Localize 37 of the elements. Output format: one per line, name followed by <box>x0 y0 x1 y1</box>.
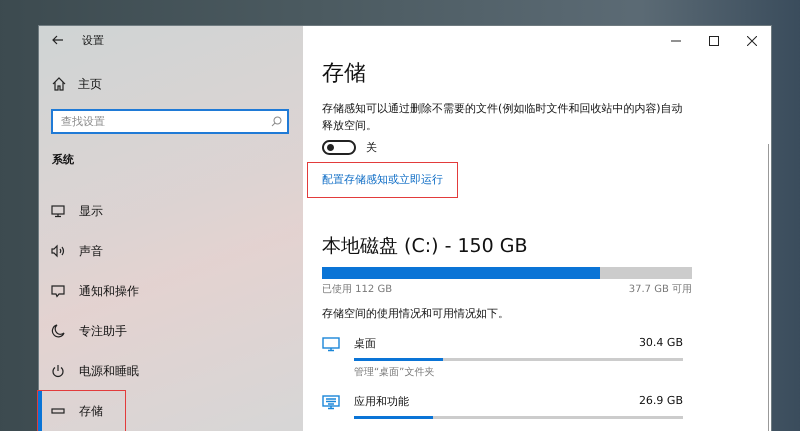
used-label: 已使用 112 GB <box>322 283 392 296</box>
home-icon <box>52 77 66 92</box>
scrollbar[interactable] <box>768 144 769 431</box>
category-size: 26.9 GB <box>638 394 683 409</box>
speaker-icon <box>51 244 65 258</box>
monitor-icon <box>322 336 340 352</box>
nav-item[interactable]: 电源和睡眠 <box>38 351 303 391</box>
search-icon <box>271 116 282 128</box>
category-name[interactable]: 应用和功能 <box>354 394 409 409</box>
nav-item[interactable]: 通知和操作 <box>38 271 303 311</box>
back-arrow-icon[interactable] <box>52 35 64 46</box>
home-nav-item[interactable]: 主页 <box>39 54 303 96</box>
page-title: 存储 <box>322 60 367 88</box>
toggle-label: 关 <box>366 140 377 155</box>
message-icon <box>51 284 65 298</box>
configure-link[interactable]: 配置存储感知或立即运行 <box>308 163 457 197</box>
power-icon <box>51 364 65 378</box>
toggle-switch[interactable] <box>322 140 356 155</box>
keyboard-icon <box>322 394 340 410</box>
window-title: 设置 <box>82 32 104 48</box>
nav-item[interactable]: 存储 <box>38 391 125 431</box>
section-heading: 系统 <box>51 152 75 168</box>
close-icon <box>747 36 757 46</box>
nav-item[interactable]: 声音 <box>38 231 303 271</box>
monitor-icon <box>51 204 65 218</box>
nav-item[interactable]: 专注助手 <box>38 311 303 351</box>
disk-title: 本地磁盘 (C:) - 150 GB <box>322 234 529 259</box>
category-detail: 管理“桌面”文件夹 <box>354 366 436 379</box>
search-field[interactable]: 查找设置 <box>51 109 289 134</box>
moon-icon <box>51 324 65 338</box>
usage-intro-text: 存储空间的使用情况和可用情况如下。 <box>322 306 510 321</box>
free-label: 37.7 GB 可用 <box>628 283 692 296</box>
category-size: 30.4 GB <box>638 336 683 351</box>
maximize-icon <box>709 36 719 46</box>
nav-item[interactable]: 显示 <box>38 191 303 231</box>
description-text: 存储感知可以通过删除不需要的文件(例如临时文件和回收站中的内容)自动释放空间。 <box>322 101 684 134</box>
category-name[interactable]: 桌面 <box>354 336 376 351</box>
